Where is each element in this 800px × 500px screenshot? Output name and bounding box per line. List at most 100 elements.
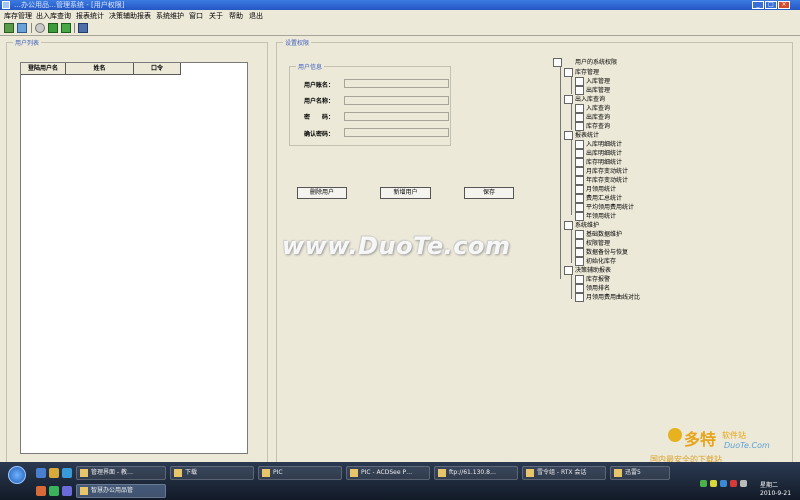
grid-icon[interactable]	[4, 23, 14, 33]
column-header-password[interactable]: 口令	[134, 63, 181, 75]
menu-decision-reports[interactable]: 决策辅助报表	[109, 11, 151, 21]
confirm-password-field[interactable]	[344, 128, 449, 137]
tree-item-label: 权限管理	[586, 240, 611, 247]
app-icon[interactable]	[36, 486, 46, 496]
tree-item-label: 入库查询	[586, 105, 611, 112]
clock-date[interactable]: 2010-9-21	[760, 490, 791, 497]
tree-item-label: 入库明细统计	[586, 141, 623, 148]
tree-item-label: 基础数据维护	[586, 231, 623, 238]
tree-item-label: 月领用费用曲线对比	[586, 294, 641, 301]
folder-icon[interactable]	[49, 468, 59, 478]
menu-about[interactable]: 关于	[209, 11, 223, 21]
menu-help[interactable]: 帮助	[229, 11, 243, 21]
next-icon[interactable]	[61, 23, 71, 33]
menu-inventory[interactable]: 库存管理	[4, 11, 32, 21]
tree-connector	[571, 103, 572, 130]
column-header-login[interactable]: 登陆用户名	[21, 63, 66, 75]
tree-checkbox[interactable]	[564, 266, 573, 275]
table-icon[interactable]	[17, 23, 27, 33]
add-user-button[interactable]: 新增用户	[380, 187, 431, 199]
tree-checkbox[interactable]	[564, 68, 573, 77]
tray-icon[interactable]	[730, 480, 737, 487]
chat-icon	[526, 469, 534, 477]
tree-checkbox[interactable]	[575, 86, 584, 95]
username-field[interactable]	[344, 79, 449, 88]
save-button[interactable]: 保存	[464, 187, 514, 199]
task-label: 下载	[185, 469, 198, 476]
tree-checkbox[interactable]	[575, 203, 584, 212]
task-xunlei[interactable]: 迅雷5	[610, 466, 670, 480]
minimize-button[interactable]: _	[752, 1, 764, 9]
tray-icon[interactable]	[710, 480, 717, 487]
tree-checkbox[interactable]	[575, 158, 584, 167]
tree-checkbox[interactable]	[575, 212, 584, 221]
clock-weekday[interactable]: 星期二	[760, 480, 778, 489]
display-name-field[interactable]	[344, 96, 449, 105]
tree-checkbox[interactable]	[575, 149, 584, 158]
tree-checkbox[interactable]	[575, 230, 584, 239]
tree-checkbox[interactable]	[575, 104, 584, 113]
tree-checkbox[interactable]	[575, 284, 584, 293]
tree-checkbox[interactable]	[564, 221, 573, 230]
maximize-button[interactable]: □	[765, 1, 777, 9]
task-downloads[interactable]: 下载	[170, 466, 254, 480]
menu-reports[interactable]: 报表统计	[76, 11, 104, 21]
app-icon	[80, 487, 88, 495]
task-rtx[interactable]: 雪令组 - RTX 会话	[522, 466, 606, 480]
tree-checkbox[interactable]	[575, 293, 584, 302]
task-label: 管理界面 - 教…	[91, 469, 133, 476]
menu-window[interactable]: 窗口	[189, 11, 203, 21]
delete-user-button[interactable]: 删除用户	[297, 187, 347, 199]
task-acdsee[interactable]: PIC - ACDSee P…	[346, 466, 430, 480]
menu-io-query[interactable]: 出入库查询	[36, 11, 71, 21]
password-field[interactable]	[344, 112, 449, 121]
app-icon	[2, 1, 10, 9]
tray-icon[interactable]	[720, 480, 727, 487]
column-header-name[interactable]: 姓名	[66, 63, 134, 75]
tree-checkbox[interactable]	[564, 131, 573, 140]
tree-checkbox[interactable]	[575, 185, 584, 194]
arrows-icon[interactable]	[48, 23, 58, 33]
app-icon[interactable]	[49, 486, 59, 496]
tree-checkbox[interactable]	[575, 167, 584, 176]
confirm-password-label: 确认密码：	[304, 131, 335, 138]
tree-checkbox[interactable]	[575, 257, 584, 266]
user-list-group: 用户列表 登陆用户名 姓名 口令	[6, 38, 268, 466]
tree-checkbox[interactable]	[575, 176, 584, 185]
task-pic[interactable]: PIC	[258, 466, 342, 480]
tree-checkbox[interactable]	[575, 113, 584, 122]
tree-group-label: 决策辅助报表	[575, 267, 612, 274]
app-icon[interactable]	[62, 486, 72, 496]
permission-tree[interactable]: 用户的系统权限 库存管理 入库管理 出库管理 出入库查询 入库查询 出库查询 库…	[553, 58, 793, 428]
tree-checkbox[interactable]	[553, 58, 562, 67]
user-table[interactable]: 登陆用户名 姓名 口令	[20, 62, 248, 454]
mascot-icon	[668, 428, 682, 442]
tree-checkbox[interactable]	[575, 140, 584, 149]
tree-checkbox[interactable]	[575, 239, 584, 248]
menu-exit[interactable]: 退出	[249, 11, 263, 21]
tray-volume-icon[interactable]	[740, 480, 747, 487]
tree-checkbox[interactable]	[575, 122, 584, 131]
settings-icon[interactable]	[35, 23, 45, 33]
tree-checkbox[interactable]	[575, 194, 584, 203]
task-label: PIC - ACDSee P…	[361, 469, 413, 476]
tree-connector	[571, 272, 572, 299]
start-button[interactable]	[8, 466, 26, 484]
tray-network-icon[interactable]	[700, 480, 707, 487]
browser-icon[interactable]	[62, 468, 72, 478]
tree-group-label: 出入库查询	[575, 96, 606, 103]
exit-icon[interactable]	[78, 23, 88, 33]
task-label: 迅雷5	[625, 469, 641, 476]
desktop-icon[interactable]	[36, 468, 46, 478]
task-office-supplies[interactable]: 智慧办公用品管	[76, 484, 166, 498]
close-button[interactable]: ×	[778, 1, 790, 9]
tree-connector	[571, 76, 572, 94]
tree-checkbox[interactable]	[575, 275, 584, 284]
task-ftp[interactable]: ftp://61.130.8…	[434, 466, 518, 480]
menu-system[interactable]: 系统维护	[156, 11, 184, 21]
tree-checkbox[interactable]	[564, 95, 573, 104]
tree-checkbox[interactable]	[575, 248, 584, 257]
task-management[interactable]: 管理界面 - 教…	[76, 466, 166, 480]
tree-checkbox[interactable]	[575, 77, 584, 86]
window-icon	[80, 469, 88, 477]
